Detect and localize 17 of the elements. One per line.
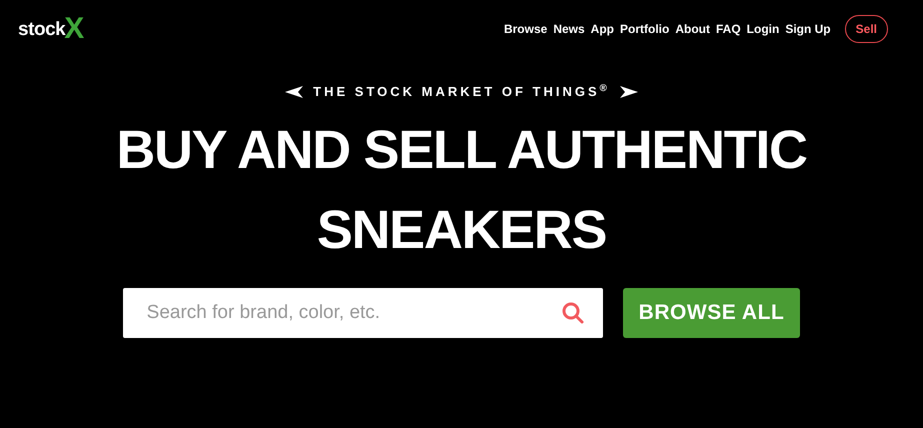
tagline: THE STOCK MARKET OF THINGS$^{®}$: [313, 82, 610, 101]
right-arrow-icon: [620, 86, 638, 98]
nav-link[interactable]: Browse: [504, 20, 548, 38]
nav-link[interactable]: FAQ: [716, 20, 741, 38]
search-field[interactable]: Search for brand, color, etc.: [122, 288, 603, 338]
nav-link[interactable]: News: [553, 20, 585, 38]
nav-link[interactable]: Sign Up: [785, 20, 831, 38]
nav-link[interactable]: Login: [746, 20, 780, 38]
nav-link[interactable]: About: [675, 20, 710, 38]
headline: SNEAKERS: [316, 198, 606, 262]
nav-link[interactable]: App: [590, 20, 614, 38]
sell-button[interactable]: Sell: [844, 15, 888, 43]
left-arrow-icon: [285, 86, 304, 98]
nav-link[interactable]: Portfolio: [620, 20, 670, 38]
headline: BUY AND SELL AUTHENTIC: [116, 118, 807, 182]
logo[interactable]: stockX: [18, 14, 84, 44]
search-icon[interactable]: [560, 300, 585, 324]
